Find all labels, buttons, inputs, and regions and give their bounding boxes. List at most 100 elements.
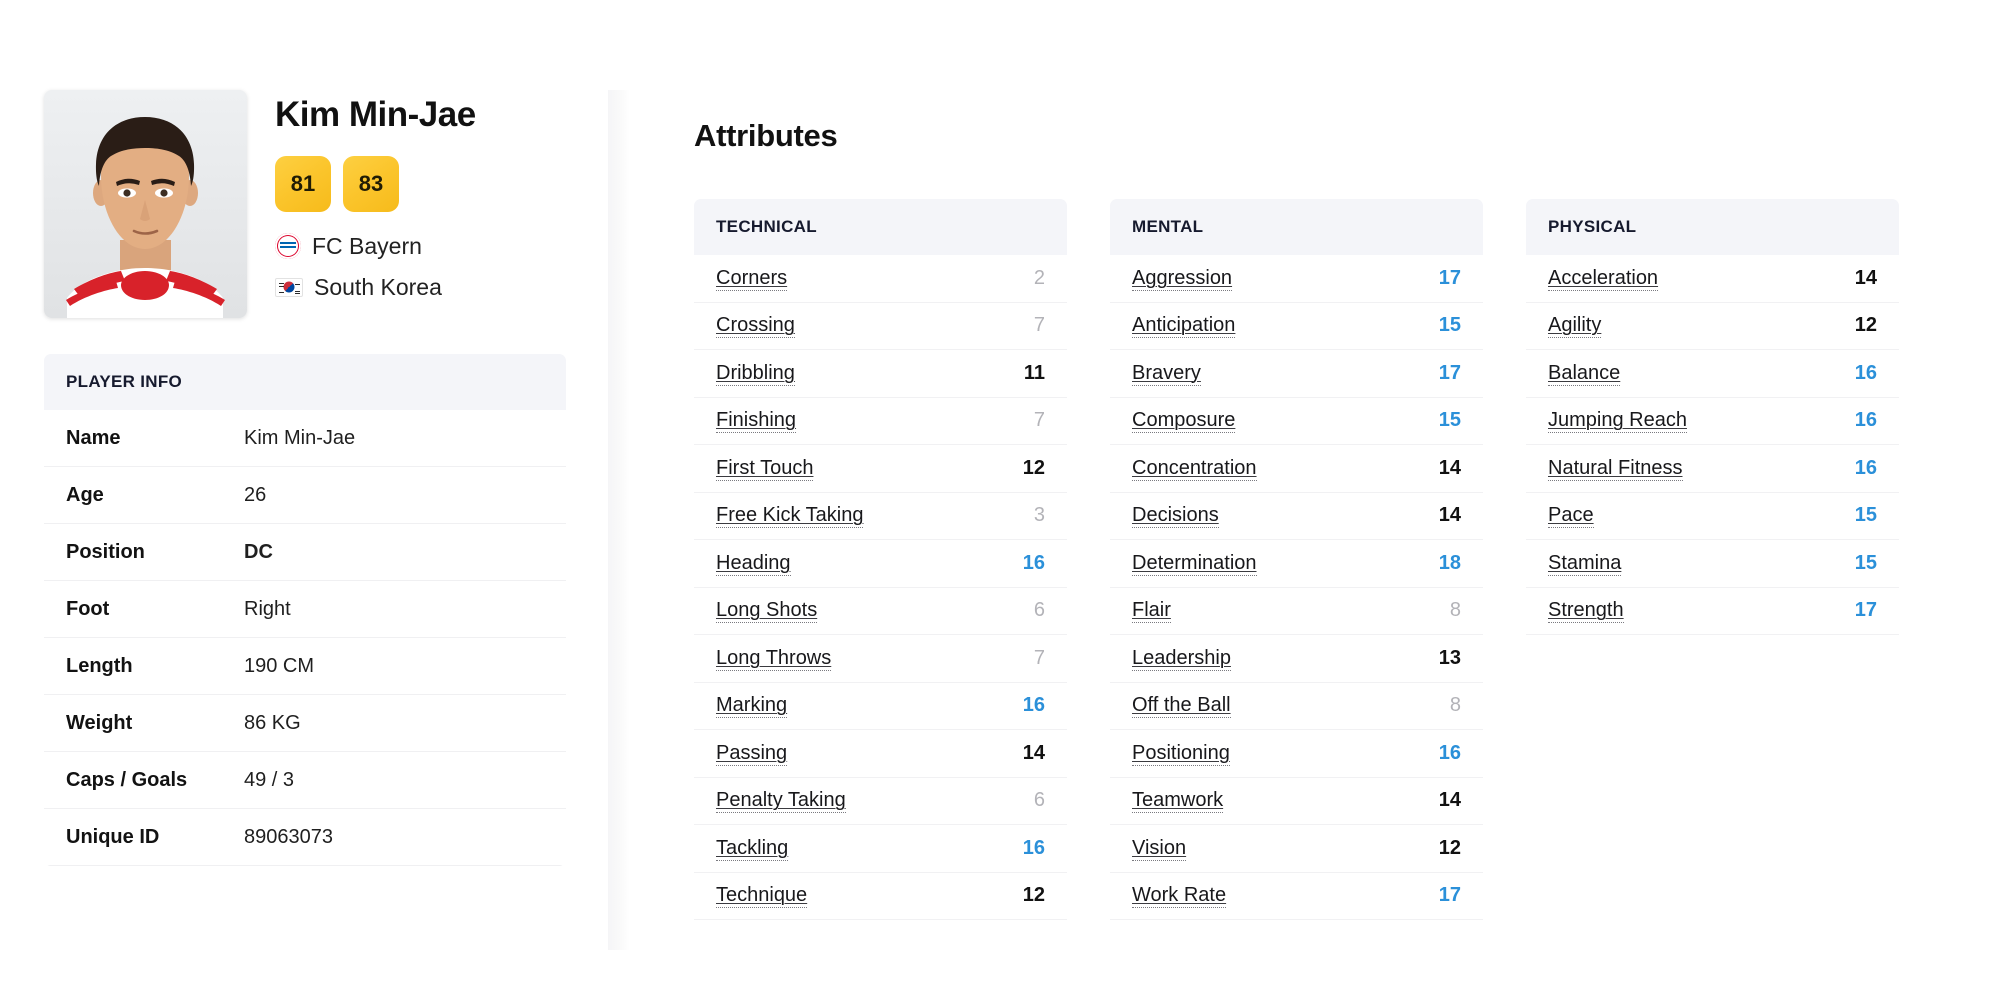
attribute-row: Flair 8 [1110,587,1483,635]
attribute-name[interactable]: Strength [1548,598,1624,624]
attribute-name[interactable]: Off the Ball [1132,693,1231,719]
attribute-value: 14 [1438,456,1461,479]
attribute-column-mental: MENTAL Aggression 17 Anticipation 15 Bravery 1… [1110,199,1483,920]
attribute-row: Teamwork 14 [1110,777,1483,825]
attribute-row: Crossing 7 [694,302,1067,350]
attribute-name[interactable]: Stamina [1548,551,1622,576]
player-info-value: Right [244,597,291,620]
player-info-row: Name Kim Min-Jae [44,410,566,467]
attribute-name[interactable]: Technique [716,883,808,909]
attribute-value: 16 [1022,694,1045,717]
attribute-name[interactable]: Long Throws [716,646,832,671]
attribute-row: Off the Ball 8 [1110,682,1483,730]
attribute-name[interactable]: Agility [1548,313,1602,339]
player-info-row: Weight 86 KG [44,695,566,752]
player-profile-page: Kim Min-Jae 81 83 FC Bayern South Korea [0,0,2000,1000]
attribute-value: 14 [1854,266,1877,289]
attribute-row: Long Throws 7 [694,635,1067,683]
attribute-row: First Touch 12 [694,445,1067,493]
attribute-name[interactable]: Vision [1132,836,1187,861]
attribute-row: Marking 16 [694,682,1067,730]
attribute-row: Bravery 17 [1110,350,1483,398]
player-info-rows: Name Kim Min-Jae Age 26 Position DC Foot Right L… [44,410,566,866]
attribute-row: Technique 12 [694,872,1067,920]
attribute-name[interactable]: Teamwork [1132,788,1224,814]
nation-name: South Korea [314,273,442,300]
attribute-value: 15 [1854,504,1877,527]
attribute-value: 12 [1022,456,1045,479]
attribute-row: Aggression 17 [1110,255,1483,303]
attribute-value: 14 [1022,741,1045,764]
nation-row[interactable]: South Korea [275,274,476,301]
attribute-row: Dribbling 11 [694,350,1067,398]
attribute-name[interactable]: Passing [716,741,788,766]
attribute-value: 14 [1438,789,1461,812]
player-info-value: 86 KG [244,711,301,734]
attribute-row: Penalty Taking 6 [694,777,1067,825]
attribute-value: 16 [1022,836,1045,859]
attribute-name[interactable]: Work Rate [1132,883,1227,909]
attribute-name[interactable]: Decisions [1132,503,1219,529]
attribute-name[interactable]: Free Kick Taking [716,503,864,529]
attribute-value: 7 [1033,409,1045,432]
attribute-value: 11 [1023,361,1045,384]
attribute-value: 15 [1438,314,1461,337]
potential-ability-badge[interactable]: 83 [343,155,399,212]
attribute-value: 6 [1033,599,1045,622]
attribute-name[interactable]: Anticipation [1132,313,1236,339]
attribute-name[interactable]: Corners [716,266,788,291]
attribute-name[interactable]: Composure [1132,408,1236,434]
attribute-name[interactable]: Finishing [716,408,797,434]
club-row[interactable]: FC Bayern [275,233,476,260]
attribute-name[interactable]: Natural Fitness [1548,456,1683,481]
attribute-row: Agility 12 [1526,302,1899,350]
attribute-value: 7 [1033,314,1045,337]
attribute-name[interactable]: Flair [1132,598,1171,624]
attribute-name[interactable]: Dribbling [716,361,795,386]
attribute-name[interactable]: Balance [1548,361,1621,386]
attribute-row: Long Shots 6 [694,587,1067,635]
attribute-value: 6 [1033,789,1045,812]
attribute-row: Natural Fitness 16 [1526,445,1899,493]
current-ability-badge[interactable]: 81 [275,155,331,212]
attribute-row: Corners 2 [694,255,1067,303]
attribute-name[interactable]: Crossing [716,313,795,339]
attribute-value: 8 [1449,599,1461,622]
player-info-value: Kim Min-Jae [244,426,356,449]
attribute-column-physical: PHYSICAL Acceleration 14 Agility 12 Balance 16… [1526,199,1899,920]
attribute-name[interactable]: Marking [716,693,788,719]
player-info-row: Foot Right [44,581,566,638]
attribute-columns: TECHNICAL Corners 2 Crossing 7 Dribbling 11 Fin… [694,199,2000,920]
panel-divider [608,90,630,950]
attribute-value: 12 [1022,884,1045,907]
player-summary-panel: Kim Min-Jae 81 83 FC Bayern South Korea [0,0,608,1000]
player-info-label: Caps / Goals [66,768,188,791]
attribute-value: 12 [1438,836,1461,859]
attribute-value: 17 [1438,361,1461,384]
club-name: FC Bayern [312,232,422,259]
attribute-name[interactable]: Leadership [1132,646,1231,671]
attribute-name[interactable]: First Touch [716,456,814,481]
attribute-name[interactable]: Jumping Reach [1548,408,1687,434]
attribute-name[interactable]: Determination [1132,551,1257,576]
attribute-name[interactable]: Pace [1548,503,1594,529]
attribute-name[interactable]: Penalty Taking [716,788,846,814]
attribute-row: Determination 18 [1110,540,1483,588]
attribute-row: Passing 14 [694,730,1067,778]
attribute-value: 8 [1449,694,1461,717]
attribute-name[interactable]: Concentration [1132,456,1257,481]
attribute-value: 16 [1854,361,1877,384]
attribute-value: 16 [1854,409,1877,432]
attribute-name[interactable]: Aggression [1132,266,1233,291]
attribute-row: Tackling 16 [694,825,1067,873]
attribute-name[interactable]: Tackling [716,836,789,861]
attribute-name[interactable]: Long Shots [716,598,818,624]
player-header: Kim Min-Jae 81 83 FC Bayern South Korea [44,90,608,318]
attribute-name[interactable]: Positioning [1132,741,1230,766]
attribute-row: Balance 16 [1526,350,1899,398]
attribute-name[interactable]: Acceleration [1548,266,1659,291]
attribute-name[interactable]: Heading [716,551,791,576]
player-info-card: PLAYER INFO Name Kim Min-Jae Age 26 Position… [44,354,566,866]
attribute-name[interactable]: Bravery [1132,361,1201,386]
attribute-value: 13 [1438,646,1461,669]
